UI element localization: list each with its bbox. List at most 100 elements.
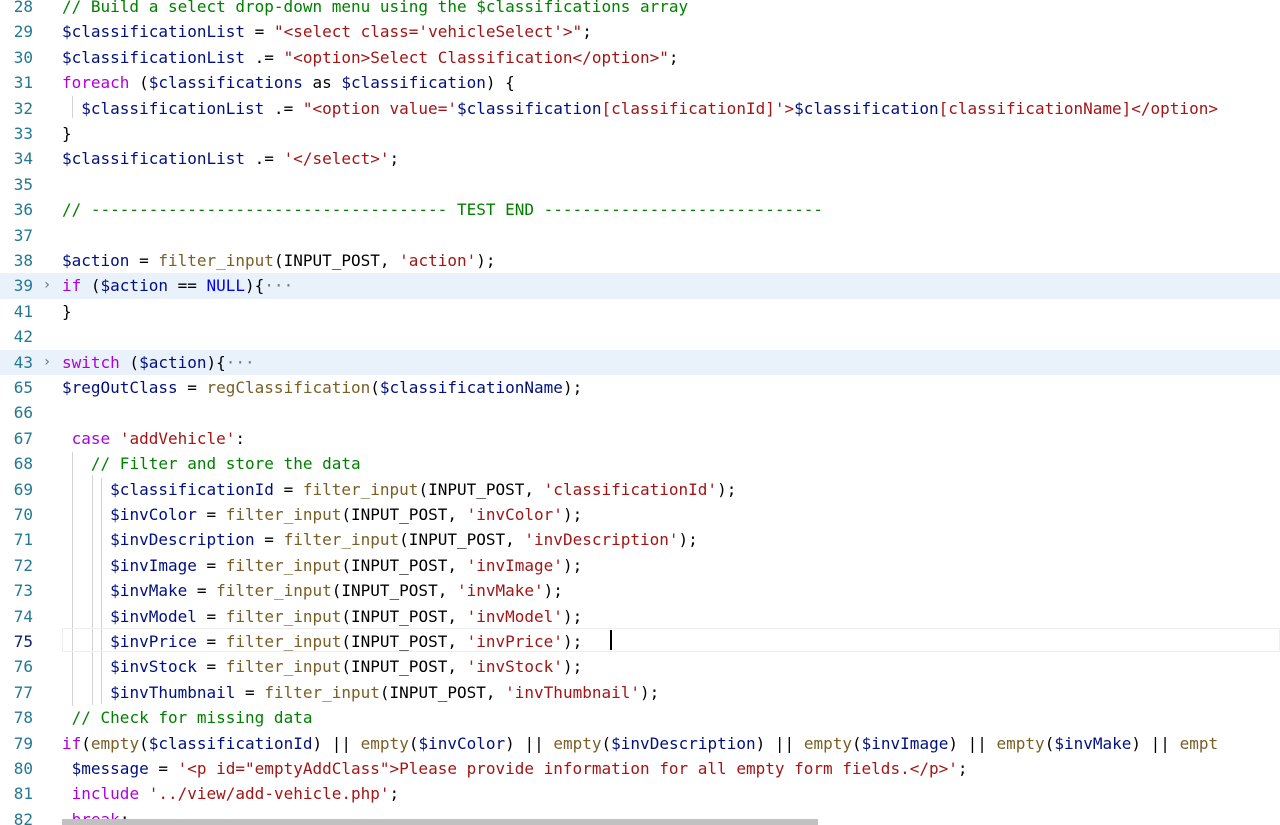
code-token: ){ [245, 276, 265, 296]
code-line[interactable]: 80 $message = '<p id="emptyAddClass">Ple… [0, 756, 1280, 781]
code-line[interactable]: 34 $classificationList .= '</select>'; [0, 146, 1280, 171]
code-text: $message = '<p id="emptyAddClass">Please… [62, 756, 968, 781]
code-line[interactable]: 70 $invColor = filter_input(INPUT_POST, … [0, 502, 1280, 527]
code-line[interactable]: 31 foreach ($classifications as $classifi… [0, 70, 1280, 95]
code-text: // Build a select drop-down menu using t… [62, 0, 688, 19]
horizontal-scrollbar[interactable] [62, 819, 818, 825]
code-editor[interactable]: 28 // Build a select drop-down menu using… [0, 0, 1280, 825]
code-token: ) || [948, 733, 997, 753]
code-token: regClassification [206, 378, 371, 397]
line-number: 31 [13, 73, 33, 93]
line-number: 32 [13, 98, 33, 118]
code-token: 'invModel' [466, 606, 563, 626]
code-token: $classificationName [379, 378, 563, 397]
code-line[interactable]: 39 › if ($action == NULL){··· [0, 273, 1280, 299]
line-number: 66 [13, 403, 33, 423]
code-text: if(empty($classificationId) || empty($in… [62, 731, 1218, 756]
line-number: 34 [13, 149, 33, 169]
line-number: 35 [13, 174, 33, 194]
code-token: = [196, 606, 226, 626]
code-line[interactable]: 42 [0, 324, 1280, 349]
code-token: 'invDescription' [524, 530, 679, 550]
code-line[interactable]: 30 $classificationList .= "<option>Select… [0, 45, 1280, 70]
code-line[interactable]: 43 › switch ($action){··· [0, 349, 1280, 375]
code-token: $classificationList [62, 22, 246, 42]
code-token: ; [957, 759, 968, 778]
code-token: ) || [505, 733, 554, 753]
code-line[interactable]: 65 $regOutClass = regClassification($clas… [0, 375, 1280, 400]
line-number: 28 [13, 0, 33, 16]
code-token: // Build a select drop-down menu using t… [62, 0, 689, 16]
code-line[interactable]: 81 include '../view/add-vehicle.php'; [0, 781, 1280, 806]
code-line[interactable]: 28 // Build a select drop-down menu using… [0, 0, 1280, 19]
line-number: 75 [13, 632, 33, 651]
code-token: 'invThumbnail' [505, 682, 640, 702]
code-token: [classificationId]'> [601, 98, 795, 118]
code-token: $classificationList [62, 47, 246, 67]
code-line[interactable]: 32 $classificationList .= "<option value… [0, 96, 1280, 121]
fold-chevron-icon[interactable]: › [40, 273, 54, 298]
code-text: // Filter and store the data [62, 451, 361, 476]
code-token: 'classificationId' [543, 479, 718, 499]
code-token: ( [81, 276, 101, 296]
code-line[interactable]: 79 if(empty($classificationId) || empty($… [0, 731, 1280, 756]
code-line[interactable]: 74 $invModel = filter_input(INPUT_POST, … [0, 604, 1280, 629]
code-token: (INPUT_POST, [399, 530, 525, 550]
code-text: $invDescription = filter_input(INPUT_POS… [62, 527, 698, 552]
line-number: 82 [13, 809, 33, 825]
code-token: = [196, 505, 226, 524]
code-line[interactable]: 33} [0, 121, 1280, 146]
code-line[interactable]: 38 $action = filter_input(INPUT_POST, 'ac… [0, 248, 1280, 273]
code-token: (INPUT_POST, [273, 251, 400, 270]
code-token: // Check for missing data [71, 708, 313, 728]
fold-chevron-icon[interactable]: › [40, 350, 54, 375]
code-line[interactable]: 78 // Check for missing data [0, 705, 1280, 730]
code-token: (INPUT_POST, [379, 682, 506, 702]
code-line[interactable]: 69 $classificationId = filter_input(INPU… [0, 477, 1280, 502]
code-line[interactable]: 29 $classificationList = "<select class='… [0, 19, 1280, 44]
code-token: 'invImage' [466, 555, 563, 575]
code-token: $classificationList [62, 149, 246, 169]
code-token: ) || [755, 733, 804, 753]
code-token: filter_input [302, 479, 419, 499]
code-token: $classificationId [148, 733, 313, 753]
line-number: 65 [13, 378, 33, 397]
code-line[interactable]: 71 $invDescription = filter_input(INPUT_… [0, 527, 1280, 552]
code-line[interactable]: 36 // -----------------------------------… [0, 197, 1280, 222]
code-token: .= [245, 47, 284, 67]
line-number: 79 [13, 733, 33, 753]
code-token: $invColor [110, 505, 197, 524]
code-line[interactable]: 73 $invMake = filter_input(INPUT_POST, '… [0, 578, 1280, 603]
code-token: = [245, 22, 274, 42]
code-line[interactable]: 77 $invThumbnail = filter_input(INPUT_PO… [0, 680, 1280, 705]
code-line[interactable]: 72 $invImage = filter_input(INPUT_POST, … [0, 553, 1280, 578]
code-line[interactable]: 41} [0, 299, 1280, 324]
code-line[interactable]: 68 // Filter and store the data [0, 451, 1280, 476]
code-line[interactable]: 37 [0, 223, 1280, 248]
code-line[interactable]: 76 $invStock = filter_input(INPUT_POST, … [0, 654, 1280, 679]
code-token: filter_input [216, 581, 332, 601]
code-token: 'invStock' [466, 657, 563, 677]
code-token: $classification [794, 98, 939, 118]
code-text: $regOutClass = regClassification($classi… [62, 375, 582, 400]
code-token: as [302, 73, 342, 93]
code-token: filter_input [283, 530, 400, 550]
line-number: 69 [13, 479, 33, 499]
code-token: case [71, 428, 111, 448]
code-line[interactable]: 67 case 'addVehicle': [0, 426, 1280, 451]
code-token: $classificationId [110, 479, 274, 499]
code-text: foreach ($classifications as $classifica… [62, 70, 515, 95]
code-token: ); [717, 479, 737, 499]
line-number: 70 [13, 505, 33, 524]
code-token: ) || [312, 733, 361, 753]
code-token: // Filter and store the data [90, 454, 361, 474]
code-token: ( [370, 378, 380, 397]
code-line[interactable]: 35 [0, 172, 1280, 197]
code-line[interactable]: 66 [0, 400, 1280, 425]
code-token: ( [601, 733, 612, 753]
